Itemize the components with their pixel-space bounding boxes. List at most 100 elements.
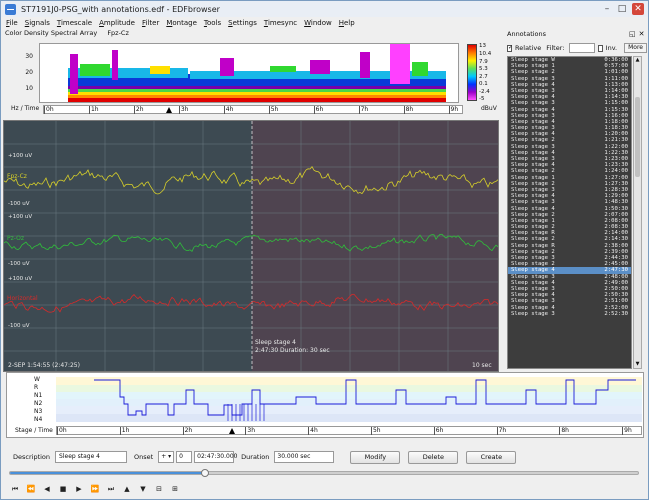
scroll-down-icon[interactable]: ▼ (634, 361, 641, 368)
csa-time-tick: 8h (403, 106, 414, 114)
menu-montage[interactable]: Montage (166, 19, 197, 27)
channel-label-horizontal[interactable]: Horizontal (7, 295, 38, 302)
filter-input[interactable] (569, 43, 595, 53)
zoom-out-icon[interactable]: ⊟ (153, 483, 165, 495)
hypnogram-time-tick: 6h (433, 427, 444, 435)
annotation-list-scrollbar[interactable]: ▲ ▼ (633, 56, 642, 369)
close-button[interactable]: ✕ (632, 3, 644, 15)
csa-time-tick: 2h (133, 106, 144, 114)
file-position-fill (10, 472, 205, 474)
menu-filter[interactable]: Filter (142, 19, 159, 27)
menu-tools[interactable]: Tools (204, 19, 221, 27)
delete-button[interactable]: Delete (408, 450, 459, 464)
csa-spectrogram[interactable] (39, 43, 459, 103)
dock-close-icon[interactable]: ✕ (639, 30, 645, 38)
relative-checkbox[interactable] (507, 44, 513, 52)
menu-window[interactable]: Window (304, 19, 332, 27)
scrollbar-thumb[interactable] (635, 97, 640, 177)
csa-scale-label: 5.3 (479, 66, 488, 72)
hypnogram-time-tick: 3h (245, 427, 255, 435)
csa-unit-label: dBuV (481, 105, 497, 112)
step-back-icon[interactable]: ◀ (41, 483, 53, 495)
amplitude-up-icon[interactable]: ▲ (121, 483, 133, 495)
csa-channel: Fpz-Cz (107, 29, 129, 37)
onset-time-input[interactable]: 02:47:30.000 (194, 451, 237, 463)
signal-traces (4, 121, 498, 371)
relative-label: Relative (515, 44, 542, 52)
csa-scale-label: -2.4 (479, 89, 490, 95)
csa-header: Color Density Spectral Array Fpz-Cz (5, 29, 137, 37)
onset-sign-select[interactable]: + ▾ (158, 451, 175, 463)
channel-label-fpz-cz[interactable]: Fpz-Cz (7, 173, 27, 180)
description-label: Description (13, 453, 51, 461)
stop-icon[interactable]: ■ (57, 483, 69, 495)
menu-timesync[interactable]: Timesync (264, 19, 297, 27)
signal-view[interactable]: +100 uV -100 uV +100 uV -100 uV +100 uV … (3, 120, 499, 372)
channel-label-pz-oz[interactable]: Pz-Oz (7, 235, 24, 242)
menu-amplitude[interactable]: Amplitude (99, 19, 135, 27)
csa-time-tick: 3h (178, 106, 189, 114)
menu-file[interactable]: File (6, 19, 18, 27)
description-input[interactable]: Sleep stage 4 (55, 451, 128, 463)
menu-bar: File Signals Timescale Amplitude Filter … (1, 17, 648, 28)
fast-forward-icon[interactable]: ⏩ (89, 483, 101, 495)
csa-time-tick: 0h (44, 106, 54, 114)
hypnogram-time-ruler[interactable]: 0h 1h 2h 3h 4h 5h 6h 7h 8h 9h (56, 426, 642, 435)
csa-time-tick: 1h (88, 106, 99, 114)
hypnogram-time-label: Stage / Time (15, 427, 53, 434)
amplitude-label: +100 uV (8, 153, 33, 159)
hypnogram-time-cursor-icon[interactable] (229, 428, 236, 434)
menu-signals[interactable]: Signals (25, 19, 50, 27)
zoom-in-icon[interactable]: ⊞ (169, 483, 181, 495)
edfbrowser-logo-icon (5, 3, 16, 15)
annotations-panel: Annotations ◱✕ Relative Filter: Inv. Mor… (502, 29, 648, 371)
menu-help[interactable]: Help (339, 19, 355, 27)
csa-scale-label: 10.4 (479, 51, 492, 57)
dock-float-icon[interactable]: ◱ (629, 30, 636, 38)
menu-timescale[interactable]: Timescale (57, 19, 92, 27)
hypnogram-level: N1 (34, 392, 43, 399)
skip-end-icon[interactable]: ⏭ (105, 483, 117, 495)
amplitude-down-icon[interactable]: ▼ (137, 483, 149, 495)
rewind-icon[interactable]: ⏪ (25, 483, 37, 495)
minimize-button[interactable]: – (601, 3, 613, 15)
create-button[interactable]: Create (466, 450, 517, 464)
scroll-up-icon[interactable]: ▲ (634, 57, 641, 64)
annotation-list[interactable]: Sleep stage W 0:36:00 Sleep stage 1 0:57:00… (507, 56, 632, 369)
csa-scale-label: -5 (479, 96, 485, 102)
inv-checkbox[interactable] (597, 44, 603, 52)
annotation-marker-label[interactable]: Sleep stage 4 (255, 339, 296, 346)
menu-settings[interactable]: Settings (228, 19, 257, 27)
page-duration-readout: 10 sec (472, 362, 492, 369)
file-position-knob[interactable] (200, 469, 209, 477)
hypnogram-time-tick: 0h (57, 427, 67, 435)
csa-time-cursor-icon[interactable] (166, 107, 173, 113)
hypnogram-panel[interactable]: W R N1 N2 N3 N4 Stage / Time 0h 1h 2h 3h… (6, 372, 644, 438)
start-time-readout: 2-SEP 1:54:55 (2:47:25) (8, 362, 80, 369)
annotations-title: Annotations (507, 30, 547, 38)
window-title: ST7191J0-PSG_with annotations.edf - EDFb… (21, 4, 220, 14)
annotations-dock-controls: ◱ ✕ (626, 30, 646, 38)
csa-color-scale (467, 44, 477, 101)
title-bar: ST7191J0-PSG_with annotations.edf - EDFb… (1, 1, 648, 17)
csa-spectrogram-image (40, 44, 458, 102)
duration-input[interactable]: 30.000 sec (274, 451, 335, 463)
csa-time-ruler[interactable]: 0h 1h 2h 3h 4h 5h 6h 7h 8h 9h (43, 105, 463, 114)
annotation-description: Sleep stage 3 (511, 310, 555, 317)
csa-scale-labels: 13 10.4 7.9 5.3 2.7 0.1 -2.4 -5 (479, 43, 501, 103)
annotations-toolbar: Relative Filter: Inv. More (507, 42, 647, 54)
play-icon[interactable]: ▶ (73, 483, 85, 495)
annotation-onset: 2:52:30 (604, 310, 628, 317)
more-button[interactable]: More (624, 43, 647, 53)
maximize-button[interactable]: □ (616, 3, 628, 15)
csa-time-tick: 5h (268, 106, 279, 114)
skip-start-icon[interactable]: ⏮ (9, 483, 21, 495)
modify-button[interactable]: Modify (350, 450, 401, 464)
annotation-row[interactable]: Sleep stage 3 2:52:30 (508, 311, 631, 317)
onset-days-input[interactable]: 0 (176, 451, 193, 463)
hypnogram-time-tick: 9h (622, 427, 632, 435)
csa-time-tick: 7h (358, 106, 369, 114)
duration-label: Duration (241, 453, 270, 461)
file-position-slider[interactable] (9, 469, 639, 477)
csa-time-tick: 4h (223, 106, 234, 114)
